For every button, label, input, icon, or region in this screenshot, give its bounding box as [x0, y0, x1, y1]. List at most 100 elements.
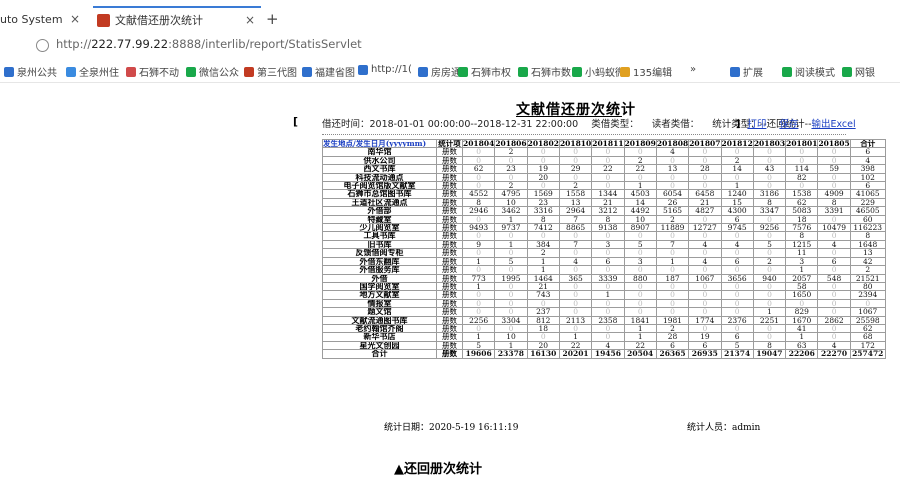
bookmark-item[interactable]: »	[690, 64, 696, 75]
location-cell: 情报室	[322, 298, 437, 309]
table-row: 地方文献室 册数 0 0 743 0 1 0 0 0 0 0 1650 0 2394	[322, 290, 886, 300]
value-cell: 0	[526, 231, 560, 241]
value-cell: 1	[655, 256, 690, 267]
bookmark-item[interactable]: 全泉州住	[66, 64, 119, 79]
close-icon[interactable]: ×	[245, 13, 255, 27]
bookmark-icon	[620, 66, 630, 77]
bookmark-label: 石狮市权	[471, 68, 511, 79]
bookmark-item[interactable]: 石狮不动	[126, 64, 179, 79]
value-cell: 11	[785, 248, 819, 258]
value-cell: 0	[752, 290, 787, 300]
bookmark-item[interactable]: 135编辑	[620, 64, 672, 79]
bookmark-icon	[244, 66, 254, 77]
value-cell: 10	[623, 214, 657, 225]
value-cell: 20	[526, 340, 560, 351]
location-cell: 星光文创园	[322, 340, 437, 351]
bookmark-item[interactable]: 阅读模式	[782, 64, 835, 79]
value-cell: 26935	[688, 349, 722, 359]
value-cell: 2964	[558, 206, 593, 216]
close-icon[interactable]: ×	[70, 12, 80, 26]
left-bracket: [	[293, 115, 299, 128]
bookmark-item[interactable]: 石狮市数	[518, 64, 571, 79]
value-cell: 0	[591, 265, 625, 275]
value-cell: 0	[494, 172, 528, 183]
value-cell: 0	[817, 332, 851, 342]
address-bar[interactable]: http://222.77.99.22:8888/interlib/report…	[0, 32, 900, 58]
value-cell: 1	[494, 239, 528, 250]
bookmark-item[interactable]: 房房通	[418, 64, 461, 79]
value-cell: 1841	[623, 315, 657, 325]
location-cell: 王道社区流通点	[322, 197, 437, 208]
value-cell: 7576	[785, 223, 819, 233]
value-cell: 0	[558, 298, 593, 309]
bookmark-item[interactable]: 小蚂蚁微	[572, 64, 625, 79]
tab-auto-system[interactable]: uto System ×	[0, 8, 86, 30]
value-cell: 0	[558, 172, 593, 183]
value-cell: 1	[623, 181, 657, 191]
bookmark-item[interactable]: http://1(	[358, 64, 412, 75]
value-cell: 20201	[558, 349, 593, 359]
value-cell: 0	[494, 248, 528, 258]
value-cell: 0	[655, 307, 690, 317]
value-cell: 9256	[752, 223, 787, 233]
value-cell: 6	[849, 147, 886, 157]
bookmark-icon	[782, 66, 792, 77]
value-cell: 23	[494, 164, 528, 174]
value-cell: 2358	[591, 315, 625, 325]
value-cell: 0	[623, 307, 657, 317]
value-cell: 4	[591, 340, 625, 351]
value-cell: 940	[752, 273, 787, 283]
value-cell: 1	[461, 281, 496, 292]
value-cell: 8907	[623, 223, 657, 233]
table-row: 题文馆 册数 0 0 237 0 0 0 0 0 0 1 829 0 1067	[322, 307, 886, 317]
value-cell: 0	[461, 231, 496, 241]
value-cell: 0	[461, 214, 496, 225]
value-cell: 0	[752, 155, 787, 166]
table-row: 情报室 册数 0 0 0 0 0 0 0 0 0 0 0 0 0	[322, 298, 886, 309]
value-cell: 0	[817, 181, 851, 191]
value-cell: 6	[655, 340, 690, 351]
save-link[interactable]: 保存	[779, 119, 798, 130]
bookmark-item[interactable]: 第三代图	[244, 64, 297, 79]
stat-type-cell: 册数	[436, 223, 463, 233]
stat-type-cell: 册数	[436, 290, 463, 300]
stat-type-cell: 册数	[436, 206, 463, 216]
value-cell: 1067	[849, 307, 886, 317]
bookmark-item[interactable]: 福建省图	[302, 64, 355, 79]
print-link[interactable]: 打印	[747, 119, 766, 130]
value-cell: 4503	[623, 189, 657, 199]
bookmark-item[interactable]: 泉州公共	[4, 64, 57, 79]
bookmark-item[interactable]: 石狮市权	[458, 64, 511, 79]
value-cell: 1650	[785, 290, 819, 300]
bookmark-item[interactable]: 扩展	[730, 64, 763, 79]
value-cell: 21	[688, 197, 722, 208]
value-cell: 1215	[785, 239, 819, 250]
header-location-date[interactable]: 发生地点/发生日月(yyyymm)	[322, 138, 437, 149]
value-cell: 0	[526, 332, 560, 342]
table-row: 石狮市总馆图书库 册数 4552 4795 1569 1558 1344 4503 6054 64…	[322, 189, 886, 199]
url-text[interactable]: http://222.77.99.22:8888/interlib/report…	[56, 37, 362, 51]
value-cell: 9493	[461, 223, 496, 233]
value-cell: 0	[720, 265, 754, 275]
export-excel-link[interactable]: 输出Excel	[811, 119, 855, 130]
value-cell: 829	[785, 307, 819, 317]
location-cell: 电子阅览馆版文献室	[322, 181, 437, 191]
table-row: 老约翰馆芥阁 册数 0 0 18 0 0 1 2 0 0 0 41 0 62	[322, 323, 886, 334]
new-tab-button[interactable]: +	[266, 10, 279, 28]
value-cell: 29	[558, 164, 593, 174]
bookmark-item[interactable]: 微信公众	[186, 64, 239, 79]
value-cell: 0	[655, 155, 690, 166]
value-cell: 9737	[494, 223, 528, 233]
bookmark-icon	[518, 66, 528, 77]
value-cell: 0	[494, 290, 528, 300]
value-cell: 13	[558, 197, 593, 208]
stat-type-cell: 册数	[436, 197, 463, 208]
location-cell: 西文书库	[322, 164, 437, 174]
tab-report[interactable]: 文献借还册次统计 ×	[93, 6, 261, 32]
stat-type-cell: 册数	[436, 298, 463, 309]
caption: ▲还回册次统计	[394, 462, 482, 477]
value-cell: 0	[688, 265, 722, 275]
value-cell: 1	[526, 256, 560, 267]
bookmark-label: http://1(	[371, 64, 412, 75]
bookmark-item[interactable]: 网银	[842, 64, 875, 79]
